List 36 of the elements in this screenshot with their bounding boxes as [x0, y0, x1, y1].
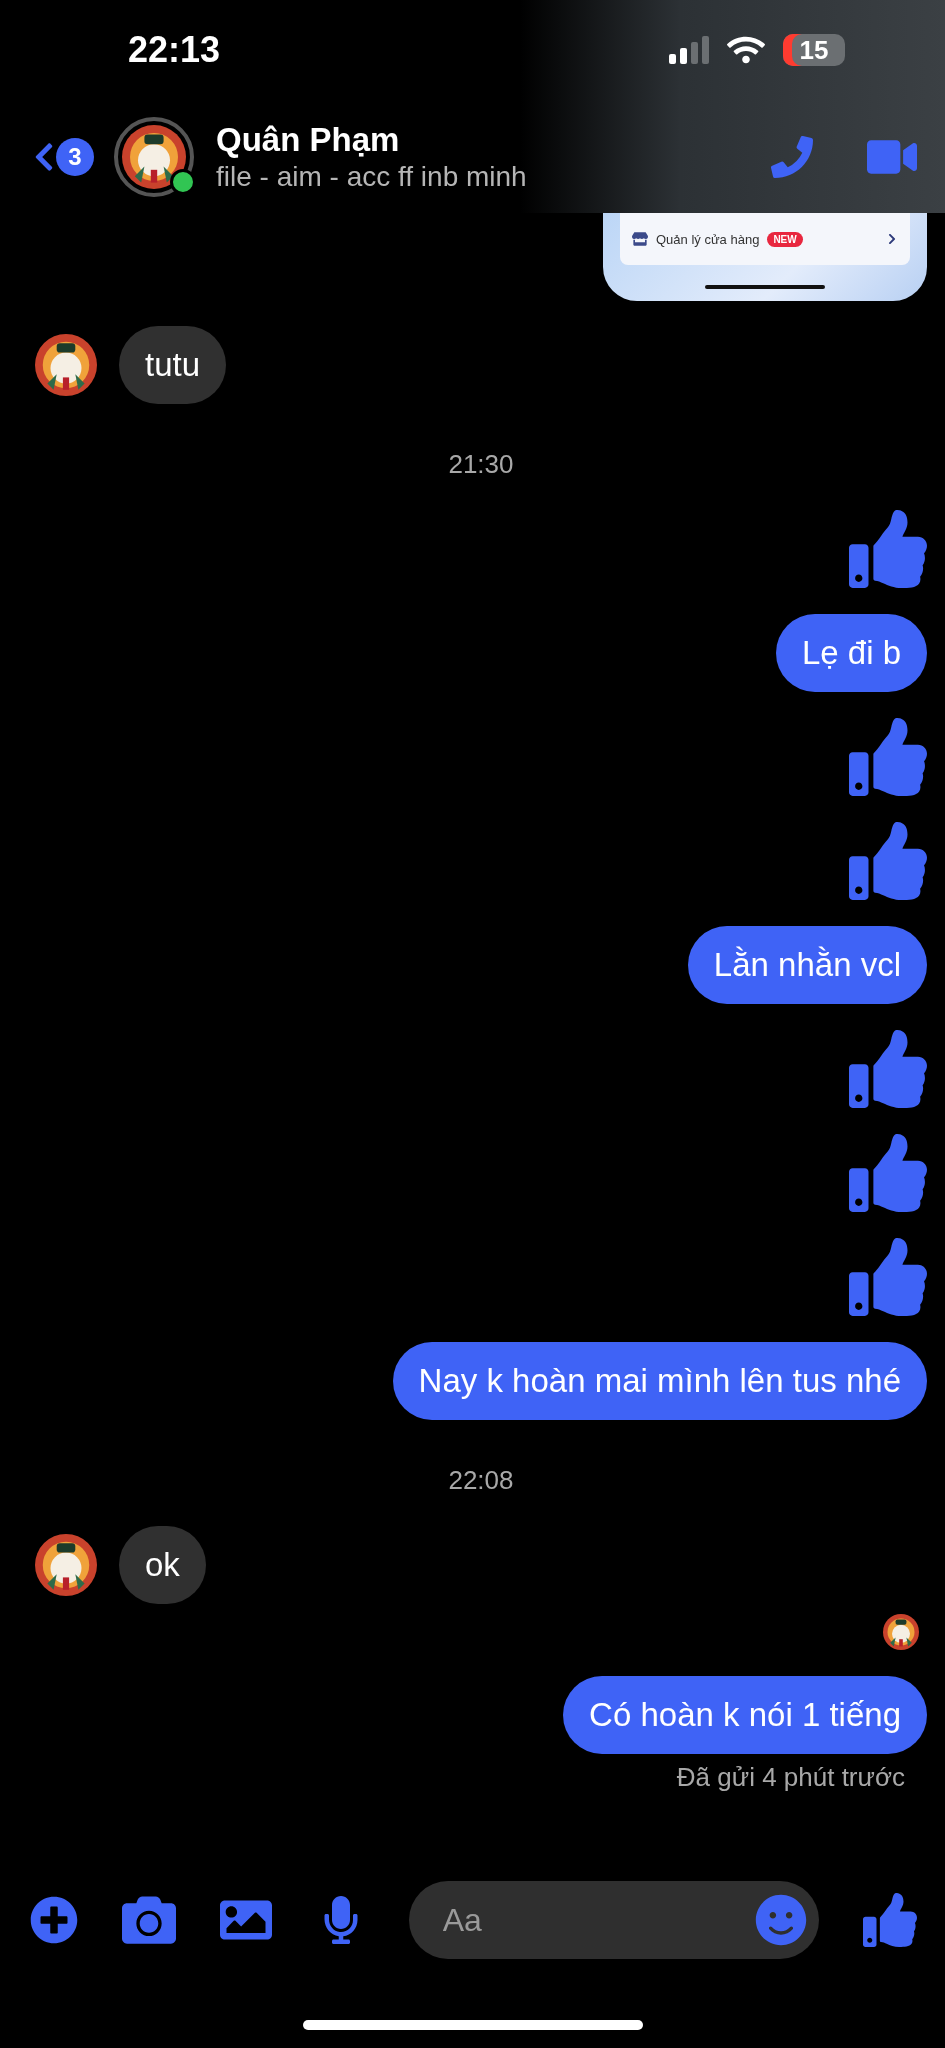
like-button[interactable]: [862, 1893, 917, 1947]
like-icon: [849, 510, 927, 588]
new-tag: NEW: [767, 231, 803, 247]
timestamp: 21:30: [448, 448, 514, 481]
sent-status: Đã gửi 4 phút trước: [676, 1762, 905, 1793]
call-button[interactable]: [771, 135, 813, 178]
message-field[interactable]: Aa: [440, 1900, 755, 1940]
like-icon: [849, 1134, 927, 1212]
like-icon: [849, 1238, 927, 1316]
message-bubble: Nay k hoàn mai mình lên tus nhé: [392, 1342, 927, 1420]
like-icon: [849, 1030, 927, 1108]
signal-icon: [669, 36, 709, 64]
contact-subtitle: file - aim - acc ff inb minh: [216, 160, 528, 193]
message-bubble: Lằn nhằn vcl: [687, 926, 927, 1004]
composer-field[interactable]: Aa: [408, 1881, 819, 1959]
contact-name: Quân Phạm: [216, 120, 401, 159]
shared-screenshot[interactable]: Quản lý cửa hàng NEW: [603, 213, 927, 301]
timestamp: 22:08: [448, 1464, 514, 1497]
message-bubble: ok: [119, 1526, 206, 1604]
chevron-icon: [886, 233, 898, 245]
message-bubble: tutu: [119, 326, 227, 404]
store-label: Quản lý cửa hàng: [656, 231, 760, 247]
like-icon: [849, 822, 927, 900]
seen-avatar: [883, 1614, 919, 1650]
battery-icon: 15: [783, 34, 845, 66]
message-bubble: Có hoàn k nói 1 tiếng: [563, 1676, 927, 1754]
contact-avatar: [35, 1534, 97, 1596]
like-icon: [849, 718, 927, 796]
contact-avatar: [35, 334, 97, 396]
emoji-button[interactable]: [754, 1894, 807, 1946]
add-button[interactable]: [30, 1896, 78, 1944]
status-time: 22:13: [128, 29, 221, 71]
store-icon: [632, 231, 648, 247]
profile-avatar[interactable]: [114, 116, 194, 197]
message-bubble: Lẹ đi b: [775, 614, 927, 692]
camera-button[interactable]: [122, 1893, 177, 1947]
